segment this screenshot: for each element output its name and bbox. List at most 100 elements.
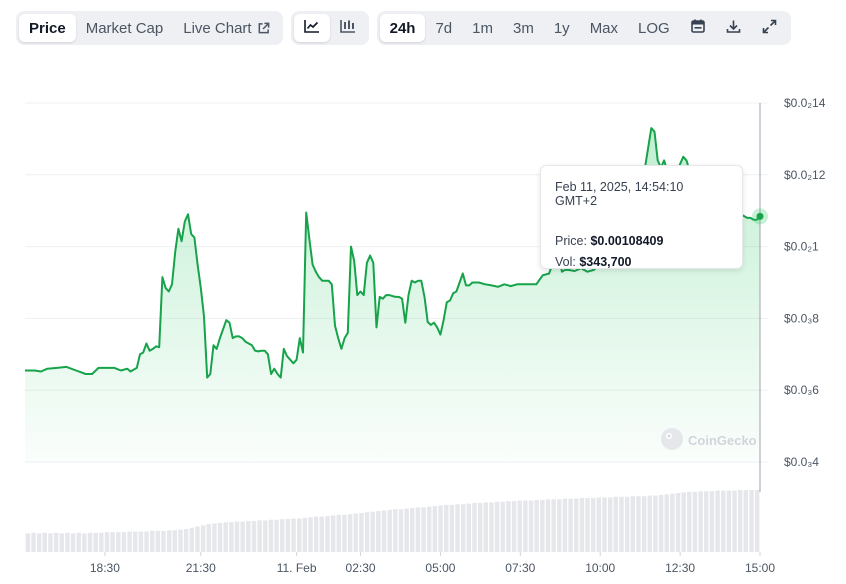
volume-bar (754, 490, 760, 552)
volume-bar (404, 508, 409, 552)
volume-bar (709, 491, 715, 552)
volume-bar (721, 490, 726, 552)
volume-bar (99, 532, 104, 552)
volume-bar (489, 502, 494, 552)
volume-bar (726, 490, 732, 552)
tooltip-volume-value: $343,700 (579, 255, 632, 269)
volume-bar (387, 509, 392, 552)
volume-bar (149, 530, 155, 552)
volume-bar (166, 530, 172, 552)
volume-bar (704, 491, 709, 552)
volume-bar (517, 500, 522, 552)
volume-bar (415, 507, 421, 552)
watermark-text: CoinGecko (688, 433, 757, 448)
volume-bar (574, 498, 579, 552)
volume-bar (568, 498, 573, 552)
volume-bar (189, 527, 195, 552)
volume-bar (540, 499, 545, 552)
volume-bar (647, 495, 652, 552)
volume-bar (178, 529, 183, 552)
volume-bar (104, 532, 110, 552)
volume-bar (36, 533, 42, 552)
volume-bar (636, 496, 641, 552)
volume-bar (217, 522, 223, 552)
volume-bar (523, 500, 528, 552)
volume-bar (692, 491, 698, 552)
volume-bar (359, 512, 364, 552)
x-tick-label: 18:30 (90, 561, 120, 575)
volume-bar (274, 519, 279, 552)
volume-bar (715, 490, 720, 552)
y-tick-label: $0.0₃6 (784, 383, 819, 397)
volume-bar (500, 501, 505, 552)
volume-bar (206, 524, 211, 552)
volume-bar (302, 517, 308, 552)
volume-bar (670, 493, 675, 552)
volume-bar (319, 516, 325, 552)
volume-bar (183, 529, 189, 552)
volume-bar (155, 530, 161, 552)
volume-bar (240, 521, 245, 552)
volume-bar (87, 532, 93, 552)
volume-bar (393, 509, 398, 552)
tooltip-volume-row: Vol: $343,700 (555, 255, 728, 269)
volume-bar (82, 533, 87, 552)
volume-bar (257, 520, 262, 552)
volume-bar (296, 518, 302, 552)
x-tick-label: 02:30 (346, 561, 376, 575)
volume-bar (223, 522, 228, 552)
volume-bar (664, 494, 669, 552)
volume-bar (336, 514, 342, 552)
volume-bar (229, 522, 234, 552)
volume-bar (195, 526, 200, 552)
volume-bar (551, 499, 556, 552)
volume-bar (427, 506, 432, 552)
coingecko-logo-icon (660, 427, 684, 454)
volume-bar (280, 519, 285, 552)
x-tick-label: 07:30 (505, 561, 535, 575)
volume-bar (455, 504, 460, 552)
x-tick-label: 12:30 (665, 561, 695, 575)
tooltip-price-row: Price: $0.00108409 (555, 234, 728, 248)
volume-bar (353, 513, 358, 552)
volume-bar (325, 516, 330, 552)
volume-bar (133, 531, 138, 552)
volume-bar (70, 533, 76, 552)
volume-bar (607, 497, 613, 552)
volume-bar (653, 495, 658, 552)
price-chart[interactable]: $0.0₂14 $0.0₂12 $0.0₂1 $0.0₃8 $0.0₃6 $0.0₃4 18… (0, 0, 846, 584)
volume-bar (630, 496, 636, 552)
volume-bar (737, 490, 743, 552)
volume-bar (687, 491, 692, 552)
volume-bar (285, 519, 291, 552)
volume-bar (579, 498, 585, 552)
volume-bar (675, 493, 681, 552)
volume-bar (138, 531, 144, 552)
y-tick-label: $0.0₃8 (784, 311, 819, 325)
volume-bar (557, 499, 562, 552)
volume-bar (263, 520, 268, 552)
volume-bar (308, 517, 313, 552)
volume-bar (342, 514, 347, 552)
y-tick-label: $0.0₂12 (784, 168, 826, 182)
x-tick-label: 21:30 (186, 561, 216, 575)
volume-bar (562, 498, 568, 552)
volume-bar (121, 532, 127, 552)
x-tick-label: 15:00 (745, 561, 775, 575)
volume-bar (641, 496, 647, 552)
volume-bar (110, 532, 115, 552)
volume-bar (477, 503, 483, 552)
volume-bar (602, 497, 607, 552)
volume-bar (48, 533, 53, 552)
volume-bar (364, 512, 370, 552)
volume-bar (330, 515, 336, 552)
volume-bar (234, 521, 240, 552)
tooltip-price-label: Price: (555, 234, 587, 248)
volume-bar (398, 509, 404, 552)
volume-bar (681, 492, 686, 552)
volume-bar (460, 504, 466, 552)
tooltip-volume-label: Vol: (555, 255, 576, 269)
volume-bar (624, 496, 630, 552)
y-tick-label: $0.0₃4 (784, 455, 819, 469)
volume-bar (466, 503, 472, 552)
